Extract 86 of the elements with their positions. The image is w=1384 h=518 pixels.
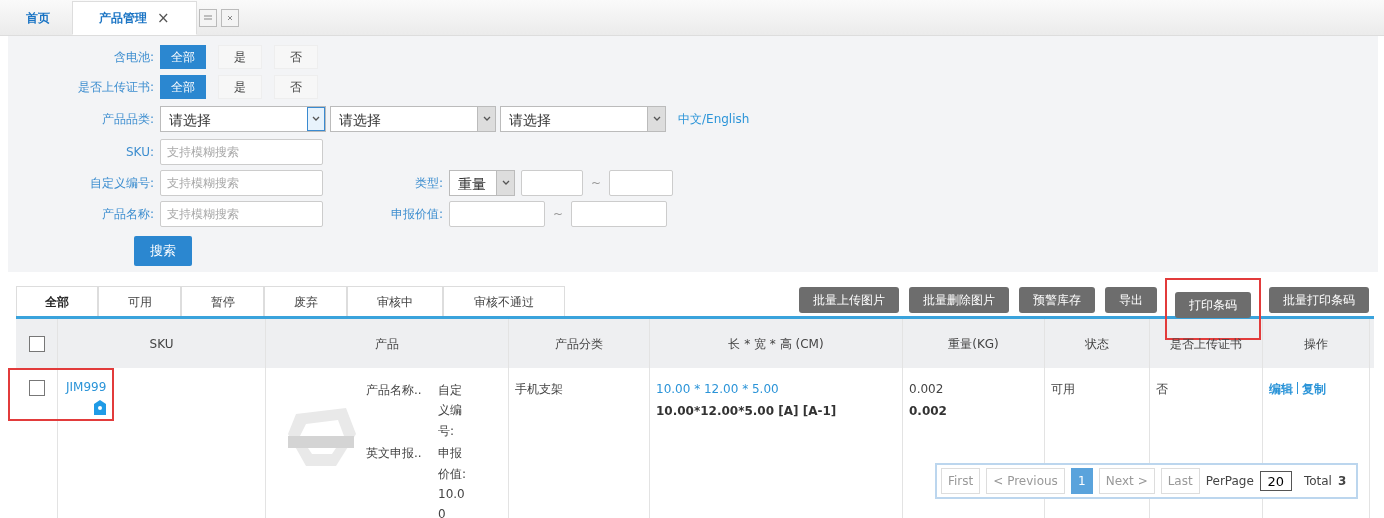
category-select[interactable]: 请选择 <box>330 106 496 132</box>
filter-label: 产品名称: <box>100 206 155 223</box>
table-cell-text: 否 <box>1156 381 1168 398</box>
input-field[interactable]: 支持模糊搜索 <box>160 139 323 165</box>
filter-label: 含电池: <box>112 48 155 66</box>
filter-label: 是否上传证书: <box>76 78 155 96</box>
dimensions-detail: 10.00*12.00*5.00 [A] [A-1] <box>656 403 837 420</box>
category-select[interactable]: 请选择 <box>500 106 666 132</box>
column-header: 产品 <box>375 335 399 353</box>
search-button[interactable]: 搜索 <box>134 236 192 266</box>
caret-icon <box>652 116 661 122</box>
input-field[interactable]: 支持模糊搜索 <box>160 201 323 227</box>
action-button[interactable]: 批量打印条码 <box>1269 287 1369 313</box>
toggle-option[interactable]: 是 <box>218 74 262 99</box>
column-header: 操作 <box>1304 335 1328 353</box>
close-icon <box>226 15 233 21</box>
last-button[interactable]: Last <box>1160 468 1200 494</box>
field-label: 英文申报.. <box>366 445 423 463</box>
toggle-option[interactable]: 全部 <box>160 74 206 99</box>
table-cell-text: 0.002 <box>909 381 944 398</box>
column-header: SKU <box>149 335 174 353</box>
action-button[interactable]: 预警库存 <box>1019 287 1095 313</box>
input-field[interactable] <box>609 170 674 196</box>
caret-icon <box>482 116 491 122</box>
field-value: 申报价值: 10.00 <box>438 445 468 518</box>
sku-link[interactable]: JIM999 <box>66 378 107 396</box>
previous-button[interactable]: < Previous <box>986 468 1065 494</box>
per-page-field[interactable]: 20 <box>1259 471 1292 491</box>
column-header: 重量(KG) <box>948 335 999 353</box>
page-button[interactable]: 1 <box>1070 468 1093 494</box>
input-field[interactable] <box>571 201 668 227</box>
table-cell-text: 可用 <box>1051 381 1075 398</box>
range-separator: ~ <box>553 206 564 223</box>
status-tab[interactable]: 可用 <box>98 286 181 316</box>
status-tab[interactable]: 废弃 <box>264 286 347 316</box>
next-button[interactable]: Next > <box>1098 468 1155 494</box>
total-label: Total <box>1303 473 1332 490</box>
tab[interactable]: 首页 <box>4 1 72 35</box>
column-header: 产品分类 <box>555 335 603 353</box>
dimensions-text: 10.00 * 12.00 * 5.00 <box>656 381 779 398</box>
action-button[interactable]: 批量上传图片 <box>799 287 899 313</box>
field-label: 产品名称.. <box>366 382 423 399</box>
filter-label: 自定义编号: <box>88 175 155 192</box>
per-page-label: PerPage <box>1205 473 1254 490</box>
filter-label: 产品品类: <box>100 111 155 128</box>
close-button[interactable]: × <box>157 6 170 30</box>
caret-icon <box>312 116 320 122</box>
column-header: 是否上传证书 <box>1170 335 1242 353</box>
status-tab[interactable]: 暂停 <box>181 286 264 316</box>
table-cell-text: 手机支架 <box>515 381 563 398</box>
action-link[interactable]: 编辑 <box>1269 380 1293 398</box>
column-header: 状态 <box>1085 335 1109 353</box>
tab[interactable]: 产品管理 × <box>72 1 197 35</box>
filter-label: SKU: <box>125 144 155 161</box>
type-select[interactable]: 重量 <box>449 170 515 196</box>
restore-button[interactable] <box>198 9 217 27</box>
select-all-checkbox[interactable] <box>28 335 45 352</box>
status-tab[interactable]: 审核不通过 <box>443 286 565 316</box>
toggle-option[interactable]: 否 <box>274 74 318 99</box>
input-field[interactable] <box>521 170 583 196</box>
field-value: 自定义编号: <box>438 382 463 440</box>
status-tab[interactable]: 审核中 <box>347 286 443 316</box>
total-count: 3 <box>1337 473 1347 490</box>
input-field[interactable]: 支持模糊搜索 <box>160 170 323 196</box>
column-header: 长 * 宽 * 高 (CM) <box>728 335 824 353</box>
filter-label: 类型: <box>413 175 444 192</box>
first-button[interactable]: First <box>941 468 981 494</box>
lines-icon <box>202 15 213 21</box>
input-field[interactable] <box>449 201 545 227</box>
toggle-option[interactable]: 全部 <box>160 44 206 69</box>
category-select[interactable]: 请选择 <box>160 106 326 132</box>
close-button[interactable] <box>220 9 239 27</box>
action-button[interactable]: 导出 <box>1105 287 1157 313</box>
action-button[interactable]: 打印条码 <box>1175 292 1251 318</box>
filter-label: 申报价值: <box>389 206 444 223</box>
toggle-option[interactable]: 是 <box>218 44 262 69</box>
status-tab[interactable]: 全部 <box>16 286 98 316</box>
range-separator: ~ <box>591 175 602 192</box>
table-cell-text: 0.002 <box>909 403 947 420</box>
language-link[interactable]: 中文/English <box>678 110 750 128</box>
toggle-option[interactable]: 否 <box>274 44 318 69</box>
tag-icon <box>94 400 106 415</box>
row-checkbox[interactable] <box>28 380 45 396</box>
action-button[interactable]: 批量删除图片 <box>909 287 1009 313</box>
caret-icon <box>501 180 510 186</box>
action-link[interactable]: 复制 <box>1302 380 1326 398</box>
